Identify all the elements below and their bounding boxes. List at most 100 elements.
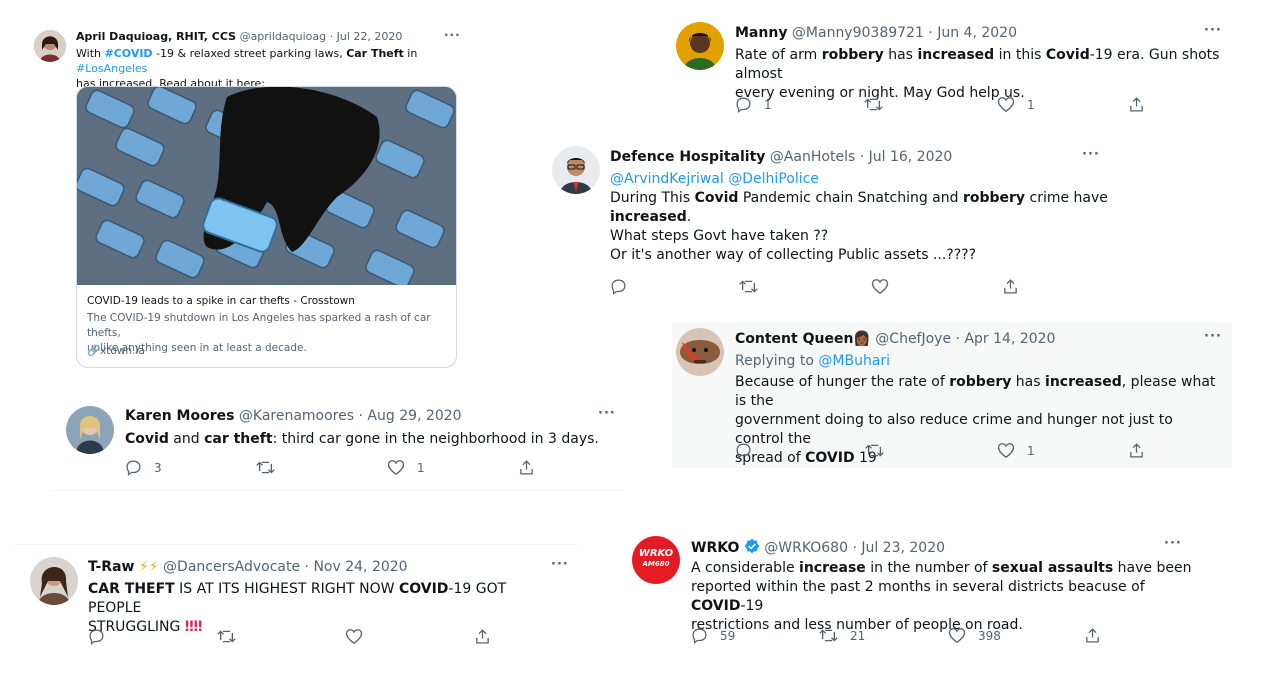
- link-card[interactable]: COVID-19 leads to a spike in car thefts …: [76, 86, 457, 368]
- like-button[interactable]: 398: [948, 627, 1001, 644]
- reply-button[interactable]: [88, 628, 105, 645]
- hashtag-losangeles[interactable]: #LosAngeles: [76, 62, 147, 75]
- share-button[interactable]: [474, 628, 491, 645]
- hashtag-covid[interactable]: #COVID: [104, 47, 152, 60]
- tweet-date[interactable]: Jul 22, 2020: [337, 30, 403, 43]
- tweet-karen[interactable]: Karen Moores @Karenamoores · Aug 29, 202…: [52, 396, 624, 492]
- avatar[interactable]: [30, 557, 78, 605]
- share-button[interactable]: [1002, 278, 1019, 295]
- like-button[interactable]: 1: [997, 96, 1035, 113]
- retweet-icon: [865, 444, 884, 457]
- more-icon[interactable]: ···: [1204, 329, 1222, 344]
- more-icon[interactable]: ···: [1164, 536, 1182, 551]
- user-handle[interactable]: @WRKO680: [764, 540, 848, 556]
- separator-dot: ·: [852, 540, 857, 556]
- retweet-icon: [819, 629, 838, 642]
- avatar[interactable]: [676, 328, 724, 376]
- user-handle[interactable]: @Manny90389721: [792, 25, 924, 41]
- user-name[interactable]: T-Raw: [88, 559, 134, 575]
- retweet-button[interactable]: [865, 442, 884, 459]
- share-button[interactable]: [1128, 442, 1145, 459]
- avatar[interactable]: [66, 406, 114, 454]
- reply-icon: [736, 443, 751, 459]
- user-name[interactable]: WRKO: [691, 540, 739, 556]
- reply-button[interactable]: [735, 442, 752, 459]
- user-name[interactable]: April Daquioag, RHIT, CCS: [76, 30, 236, 43]
- more-icon[interactable]: ···: [444, 28, 461, 42]
- like-count: 1: [417, 460, 425, 475]
- reply-to-mention[interactable]: @MBuhari: [818, 353, 890, 369]
- user-handle[interactable]: @AanHotels: [770, 149, 855, 165]
- tweet-traw[interactable]: T-Raw ⚡⚡ @DancersAdvocate · Nov 24, 2020…: [15, 544, 577, 656]
- link-icon: 🔗: [87, 345, 101, 357]
- retweet-button[interactable]: [256, 459, 275, 476]
- user-handle[interactable]: @ChefJoye: [875, 331, 951, 347]
- like-button[interactable]: 1: [387, 459, 425, 476]
- lightning-emoji: ⚡⚡: [138, 559, 159, 575]
- like-count: 1: [1027, 443, 1035, 458]
- user-name[interactable]: Karen Moores: [125, 408, 234, 424]
- retweet-button[interactable]: [864, 96, 883, 113]
- share-button[interactable]: [518, 459, 535, 476]
- separator-dot: ·: [955, 331, 960, 347]
- avatar[interactable]: WRKO AM680: [632, 536, 680, 584]
- tweet-date[interactable]: Jun 4, 2020: [937, 25, 1017, 41]
- reply-button[interactable]: 3: [125, 459, 162, 476]
- woman-emoji: 👩🏾: [853, 331, 871, 347]
- like-button[interactable]: [871, 278, 889, 295]
- more-icon[interactable]: ···: [598, 406, 616, 421]
- more-icon[interactable]: ···: [1204, 23, 1222, 38]
- separator-dot: ·: [859, 149, 865, 165]
- reply-button[interactable]: 1: [735, 96, 772, 113]
- user-name[interactable]: Content Queen: [735, 331, 853, 347]
- retweet-button[interactable]: [217, 628, 236, 645]
- more-icon[interactable]: ···: [551, 557, 569, 572]
- retweet-icon: [864, 98, 883, 111]
- like-icon: [871, 279, 889, 295]
- more-icon[interactable]: ···: [1082, 147, 1100, 162]
- tweet-date[interactable]: Aug 29, 2020: [367, 408, 461, 424]
- user-handle[interactable]: @Karenamoores: [239, 408, 354, 424]
- tweet-manny[interactable]: Manny @Manny90389721 · Jun 4, 2020 ··· R…: [664, 12, 1234, 122]
- reply-icon: [736, 97, 751, 113]
- user-handle[interactable]: @DancersAdvocate: [163, 559, 300, 575]
- retweet-button[interactable]: 21: [819, 627, 865, 644]
- separator-dot: ·: [928, 25, 933, 41]
- like-icon: [997, 97, 1015, 113]
- retweet-button[interactable]: [739, 278, 758, 295]
- share-icon: [1086, 628, 1099, 643]
- share-button[interactable]: [1084, 627, 1101, 644]
- reply-button[interactable]: 59: [691, 627, 735, 644]
- share-icon: [476, 629, 489, 644]
- card-domain[interactable]: 🔗xtown.la: [77, 344, 456, 357]
- reply-context: Replying to @MBuhari: [735, 353, 891, 369]
- avatar[interactable]: [676, 22, 724, 70]
- user-name[interactable]: Manny: [735, 25, 787, 41]
- avatar[interactable]: [552, 146, 600, 194]
- separator-dot: ·: [329, 30, 334, 43]
- tweet-defence-hospitality[interactable]: Defence Hospitality @AanHotels · Jul 16,…: [540, 136, 1120, 304]
- tweet-text: @ArvindKejriwal @DelhiPolice During This…: [610, 171, 1108, 263]
- share-button[interactable]: [1128, 96, 1145, 113]
- like-button[interactable]: 1: [997, 442, 1035, 459]
- user-name[interactable]: Defence Hospitality: [610, 149, 765, 165]
- reply-button[interactable]: [610, 278, 627, 295]
- avatar[interactable]: [34, 30, 66, 62]
- tweet-date[interactable]: Jul 16, 2020: [869, 149, 953, 165]
- card-title[interactable]: COVID-19 leads to a spike in car thefts …: [77, 295, 456, 307]
- mentions[interactable]: @ArvindKejriwal @DelhiPolice: [610, 171, 819, 187]
- verified-icon: [744, 538, 760, 558]
- user-handle[interactable]: @aprildaquioag: [240, 30, 327, 43]
- tweet-wrko[interactable]: WRKO AM680 WRKO @WRKO680 · Jul 23, 2020 …: [622, 526, 1202, 656]
- tweet-date[interactable]: Nov 24, 2020: [313, 559, 407, 575]
- share-icon: [1004, 279, 1017, 294]
- tweet-date[interactable]: Jul 23, 2020: [861, 540, 945, 556]
- tweet-content-queen[interactable]: Content Queen👩🏾 @ChefJoye · Apr 14, 2020…: [672, 322, 1232, 468]
- tweet-text: Covid and car theft: third car gone in t…: [125, 431, 599, 447]
- retweet-icon: [256, 461, 275, 474]
- like-button[interactable]: [345, 628, 363, 645]
- tweet-april[interactable]: April Daquioag, RHIT, CCS @aprildaquioag…: [20, 20, 460, 380]
- tweet-date[interactable]: Apr 14, 2020: [964, 331, 1055, 347]
- like-icon: [345, 629, 363, 645]
- divider: [52, 490, 624, 491]
